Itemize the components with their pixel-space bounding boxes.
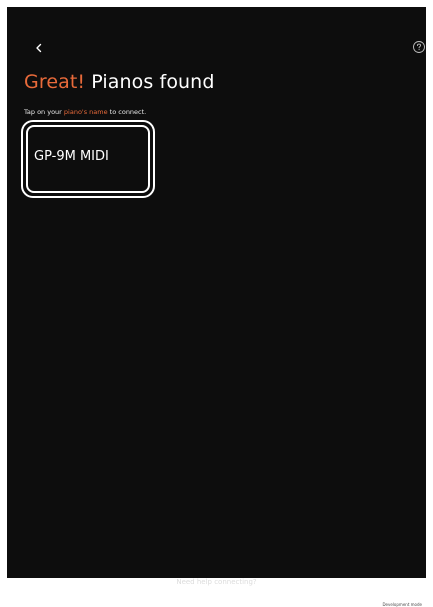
instruction-suffix: to connect. bbox=[107, 108, 147, 116]
instruction-highlight: piano's name bbox=[63, 108, 108, 116]
screen: Great! Pianos found Tap on your piano's … bbox=[7, 7, 427, 607]
chevron-left-icon[interactable] bbox=[32, 40, 46, 54]
dev-mode-label: Development mode bbox=[382, 602, 422, 607]
need-help-link[interactable]: Need help connecting? bbox=[7, 578, 426, 586]
instruction-prefix: Tap on your bbox=[24, 108, 64, 116]
piano-card[interactable]: GP-9M MIDI bbox=[21, 120, 155, 198]
piano-name: GP-9M MIDI bbox=[34, 149, 109, 164]
instruction-text: Tap on your piano's name to connect. bbox=[24, 108, 146, 116]
page-title: Great! Pianos found bbox=[24, 71, 215, 93]
title-text: Pianos found bbox=[85, 71, 215, 93]
title-accent: Great! bbox=[24, 71, 86, 93]
question-circle-icon[interactable] bbox=[411, 39, 427, 55]
